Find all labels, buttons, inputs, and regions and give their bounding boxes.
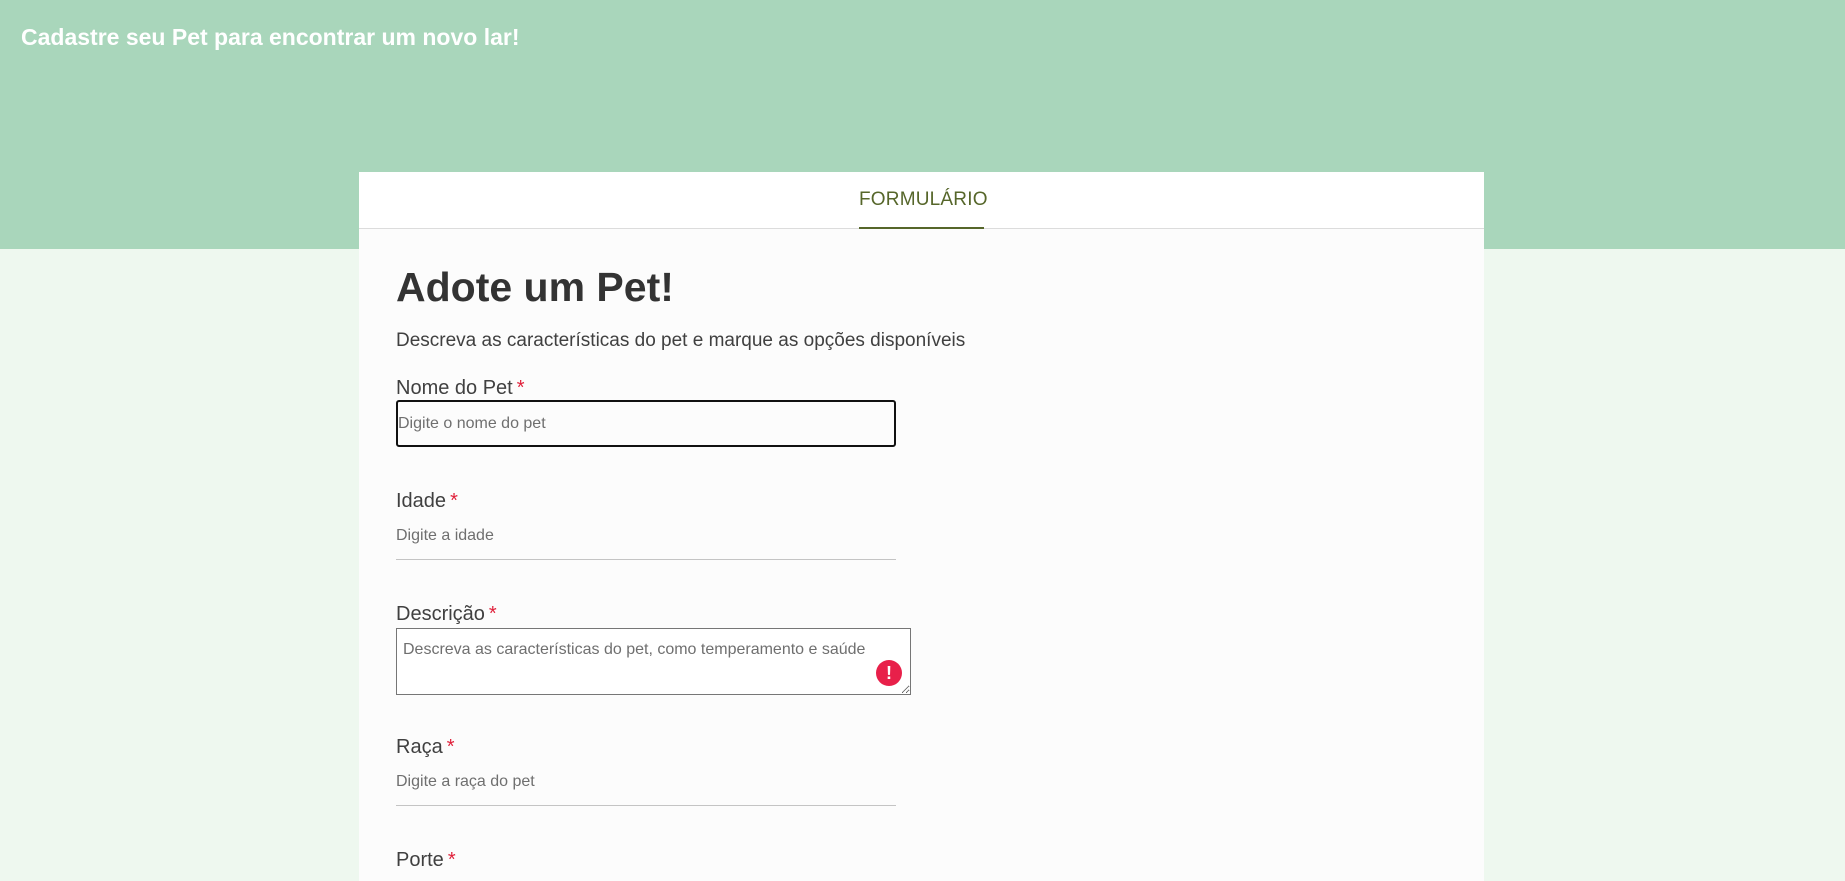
- age-label-text: Idade: [396, 490, 447, 512]
- required-marker: *: [447, 849, 456, 871]
- description-label: Descrição *: [396, 603, 497, 626]
- size-label: Porte *: [396, 849, 456, 872]
- pet-name-label-text: Nome do Pet: [396, 377, 513, 399]
- required-marker: *: [450, 490, 458, 512]
- breed-label-text: Raça: [396, 736, 443, 758]
- required-marker: *: [488, 603, 497, 625]
- size-label-text: Porte: [396, 849, 444, 871]
- description-label-text: Descrição: [396, 603, 485, 625]
- tab-active-indicator: [859, 227, 984, 229]
- banner-title: Cadastre seu Pet para encontrar um novo …: [21, 24, 520, 50]
- required-marker: *: [446, 736, 455, 758]
- age-label: Idade *: [396, 490, 458, 513]
- required-marker: *: [516, 377, 525, 399]
- tab-bar: FORMULÁRIO: [359, 172, 1484, 229]
- description-textarea[interactable]: [396, 628, 911, 695]
- tab-formulario[interactable]: FORMULÁRIO: [859, 172, 988, 229]
- form-card: FORMULÁRIO Adote um Pet! Descreva as car…: [359, 172, 1484, 881]
- exclamation-error-icon: !: [876, 660, 902, 686]
- breed-label: Raça *: [396, 736, 455, 759]
- form-subtitle: Descreva as características do pet e mar…: [396, 330, 966, 351]
- pet-name-input[interactable]: [396, 400, 896, 447]
- pet-name-label: Nome do Pet *: [396, 377, 525, 400]
- tab-formulario-label: FORMULÁRIO: [859, 189, 988, 210]
- form-title: Adote um Pet!: [396, 264, 674, 310]
- breed-input[interactable]: [396, 759, 896, 806]
- age-input[interactable]: [396, 513, 896, 560]
